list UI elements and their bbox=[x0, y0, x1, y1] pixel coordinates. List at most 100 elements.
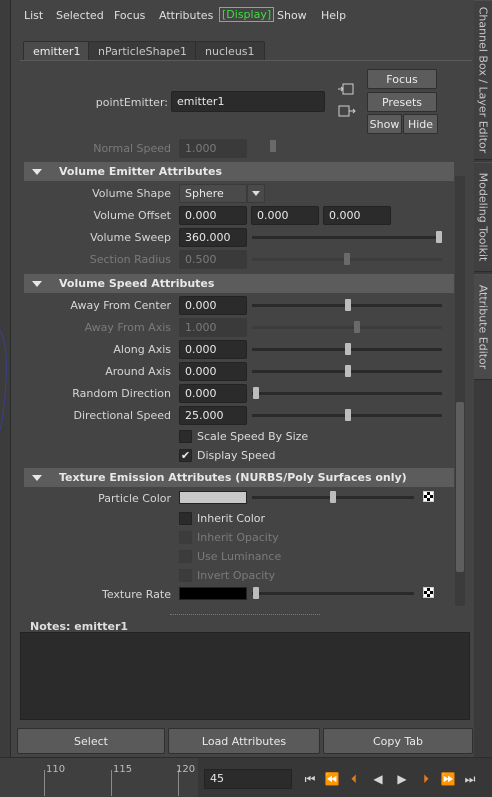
normal-speed-field[interactable]: 1.000 bbox=[179, 139, 247, 158]
chevron-down-icon bbox=[252, 191, 260, 196]
invert-opacity-checkbox[interactable] bbox=[179, 569, 192, 582]
step-forward-frame-icon[interactable]: ⏵ bbox=[416, 769, 436, 789]
texture-rate-swatch[interactable] bbox=[179, 587, 247, 600]
side-tab-channel-box-label: Channel Box / Layer Editor bbox=[476, 6, 490, 154]
volume-speed-title: Volume Speed Attributes bbox=[59, 277, 215, 290]
away-from-center-slider-knob[interactable] bbox=[345, 299, 351, 311]
texture-map-icon[interactable] bbox=[423, 587, 434, 598]
along-axis-slider-knob[interactable] bbox=[345, 343, 351, 355]
side-tab-strip: Channel Box / Layer Editor Modeling Tool… bbox=[474, 0, 492, 757]
side-tab-channel-box[interactable]: Channel Box / Layer Editor bbox=[474, 0, 492, 160]
volume-speed-section-header[interactable]: Volume Speed Attributes bbox=[24, 274, 454, 293]
splitter-handle[interactable] bbox=[170, 614, 320, 615]
particle-color-slider-knob[interactable] bbox=[330, 491, 336, 503]
volume-emitter-section-header[interactable]: Volume Emitter Attributes bbox=[24, 162, 454, 181]
collapse-triangle-icon bbox=[32, 475, 42, 481]
play-backwards-icon[interactable]: ◀ bbox=[368, 769, 388, 789]
tab-nucleus1[interactable]: nucleus1 bbox=[195, 41, 265, 61]
node-name-field[interactable]: emitter1 bbox=[171, 91, 325, 112]
viewport-edge bbox=[0, 0, 11, 757]
directional-speed-field[interactable]: 25.000 bbox=[179, 406, 247, 425]
directional-speed-slider-knob[interactable] bbox=[345, 409, 351, 421]
along-axis-field[interactable]: 0.000 bbox=[179, 340, 247, 359]
focus-output-icon[interactable] bbox=[337, 103, 357, 119]
presets-button[interactable]: Presets bbox=[367, 92, 437, 112]
texture-rate-label: Texture Rate bbox=[102, 588, 171, 601]
volume-sweep-slider-knob[interactable] bbox=[436, 231, 442, 243]
go-to-end-icon[interactable]: ⏭ bbox=[460, 769, 480, 789]
current-frame-field[interactable]: 45 bbox=[204, 769, 292, 789]
focus-input-icon[interactable] bbox=[337, 81, 357, 97]
volume-offset-y-field[interactable]: 0.000 bbox=[251, 206, 319, 225]
normal-speed-label: Normal Speed bbox=[93, 142, 171, 155]
show-button[interactable]: Show bbox=[367, 114, 402, 134]
away-from-axis-field[interactable]: 1.000 bbox=[179, 318, 247, 337]
volume-offset-label: Volume Offset bbox=[93, 209, 171, 222]
tab-nparticleshape1[interactable]: nParticleShape1 bbox=[88, 41, 198, 61]
random-direction-slider-knob[interactable] bbox=[253, 387, 259, 399]
collapse-triangle-icon bbox=[32, 169, 42, 175]
volume-sweep-slider-track[interactable] bbox=[252, 236, 442, 239]
menu-selected[interactable]: Selected bbox=[56, 9, 104, 22]
display-speed-checkbox[interactable]: ✔ bbox=[179, 449, 192, 462]
attribute-scrollbar[interactable] bbox=[455, 176, 465, 606]
invert-opacity-label: Invert Opacity bbox=[197, 569, 276, 582]
away-from-axis-slider-track[interactable] bbox=[252, 326, 442, 329]
ruler-tick-label: 115 bbox=[113, 764, 133, 775]
side-tab-modeling-toolkit[interactable]: Modeling Toolkit bbox=[474, 162, 492, 272]
volume-shape-dropdown-arrow[interactable] bbox=[247, 184, 265, 203]
menu-show[interactable]: Show bbox=[277, 9, 307, 22]
along-axis-label: Along Axis bbox=[113, 343, 171, 356]
time-ruler[interactable]: 110 115 120 bbox=[0, 758, 198, 797]
volume-shape-dropdown[interactable]: Sphere bbox=[179, 184, 247, 203]
texture-map-icon[interactable] bbox=[423, 491, 434, 502]
inherit-opacity-checkbox[interactable] bbox=[179, 531, 192, 544]
select-button[interactable]: Select bbox=[17, 728, 165, 754]
ruler-tick bbox=[44, 770, 45, 796]
texture-rate-slider-track[interactable] bbox=[252, 592, 414, 595]
texture-rate-slider-knob[interactable] bbox=[253, 587, 259, 599]
volume-offset-x-field[interactable]: 0.000 bbox=[179, 206, 247, 225]
random-direction-field[interactable]: 0.000 bbox=[179, 384, 247, 403]
menu-bar: List Selected Focus Attributes [Display]… bbox=[11, 0, 472, 32]
tab-emitter1[interactable]: emitter1 bbox=[23, 41, 91, 61]
go-to-start-icon[interactable]: ⏮ bbox=[300, 769, 320, 789]
volume-offset-z-field[interactable]: 0.000 bbox=[323, 206, 391, 225]
step-back-frame-icon[interactable]: ⏴ bbox=[344, 769, 364, 789]
hide-button[interactable]: Hide bbox=[403, 114, 438, 134]
away-from-center-field[interactable]: 0.000 bbox=[179, 296, 247, 315]
scale-speed-checkbox[interactable] bbox=[179, 430, 192, 443]
collapse-triangle-icon bbox=[32, 281, 42, 287]
focus-button[interactable]: Focus bbox=[367, 69, 437, 89]
menu-focus[interactable]: Focus bbox=[114, 9, 145, 22]
step-back-key-icon[interactable]: ⏪ bbox=[322, 769, 342, 789]
around-axis-field[interactable]: 0.000 bbox=[179, 362, 247, 381]
away-from-axis-slider-knob[interactable] bbox=[354, 321, 360, 333]
volume-emitter-title: Volume Emitter Attributes bbox=[59, 165, 222, 178]
particle-color-swatch[interactable] bbox=[179, 491, 247, 504]
menu-help[interactable]: Help bbox=[321, 9, 346, 22]
around-axis-slider-knob[interactable] bbox=[345, 365, 351, 377]
section-radius-slider-knob[interactable] bbox=[344, 253, 350, 265]
scale-speed-label: Scale Speed By Size bbox=[197, 430, 309, 443]
ruler-tick bbox=[111, 770, 112, 796]
texture-emission-section-header[interactable]: Texture Emission Attributes (NURBS/Poly … bbox=[24, 468, 454, 487]
menu-display[interactable]: [Display] bbox=[219, 7, 275, 22]
volume-sweep-field[interactable]: 360.000 bbox=[179, 228, 247, 247]
notes-textarea[interactable] bbox=[20, 632, 470, 720]
step-forward-key-icon[interactable]: ⏩ bbox=[438, 769, 458, 789]
play-forwards-icon[interactable]: ▶ bbox=[392, 769, 412, 789]
side-tab-attribute-editor[interactable]: Attribute Editor bbox=[474, 274, 492, 380]
copy-tab-button[interactable]: Copy Tab bbox=[323, 728, 473, 754]
section-radius-field[interactable]: 0.500 bbox=[179, 250, 247, 269]
scrollbar-thumb[interactable] bbox=[456, 402, 464, 572]
menu-list[interactable]: List bbox=[24, 9, 43, 22]
load-attributes-button[interactable]: Load Attributes bbox=[168, 728, 320, 754]
section-radius-label: Section Radius bbox=[89, 253, 171, 266]
menu-attributes[interactable]: Attributes bbox=[159, 9, 213, 22]
inherit-color-checkbox[interactable] bbox=[179, 512, 192, 525]
random-direction-slider-track[interactable] bbox=[252, 392, 442, 395]
ruler-tick-label: 120 bbox=[176, 764, 196, 775]
use-luminance-checkbox[interactable] bbox=[179, 550, 192, 563]
normal-speed-slider[interactable] bbox=[270, 140, 276, 152]
